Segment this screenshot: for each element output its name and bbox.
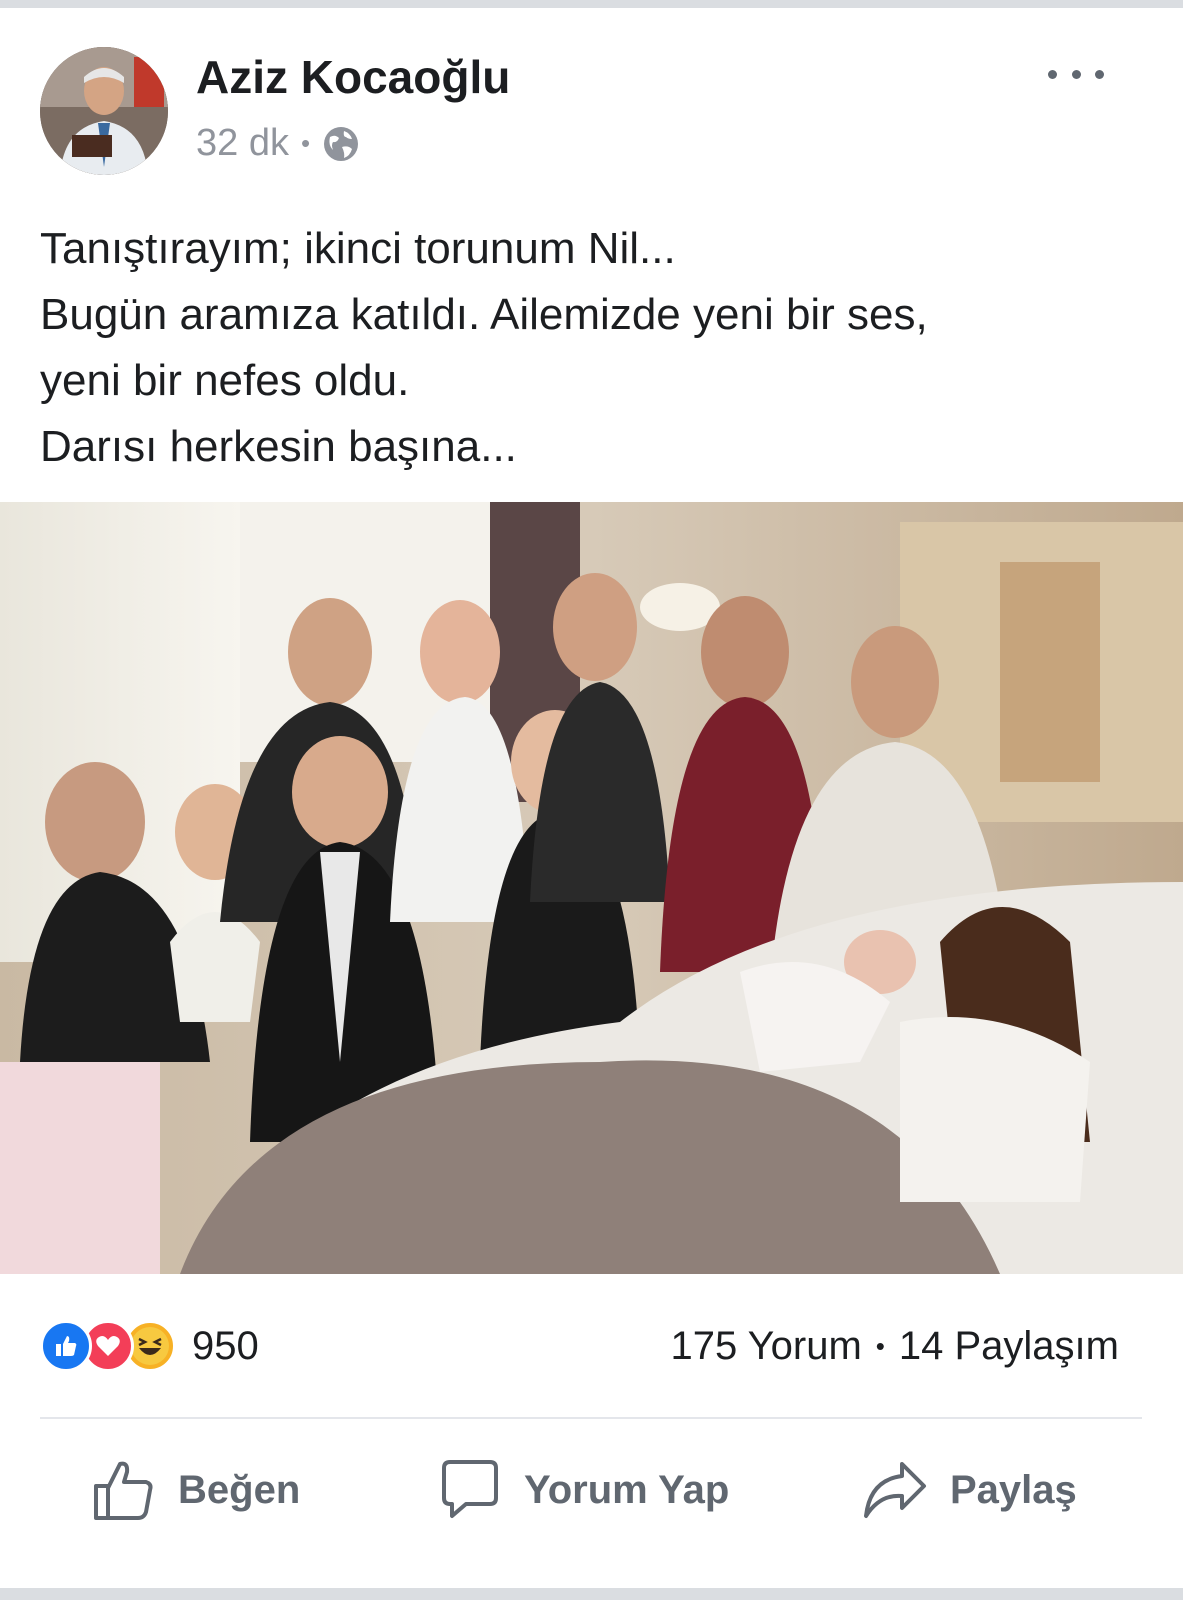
share-icon: [864, 1462, 926, 1518]
comment-button[interactable]: Yorum Yap: [438, 1448, 729, 1532]
author-avatar[interactable]: [40, 47, 168, 175]
stats-separator: •: [875, 1330, 885, 1361]
meta-separator: •: [300, 128, 311, 158]
author-name[interactable]: Aziz Kocaoğlu: [196, 50, 510, 104]
comment-label: Yorum Yap: [524, 1467, 730, 1512]
post-photo[interactable]: [0, 502, 1183, 1274]
thumbs-up-icon: [94, 1461, 153, 1520]
like-label: Beğen: [178, 1467, 301, 1512]
like-button[interactable]: Beğen: [92, 1448, 300, 1532]
post-text: Tanıştırayım; ikinci torunum Nil... Bugü…: [40, 216, 1150, 480]
share-label: Paylaş: [950, 1467, 1077, 1512]
top-separator: [0, 0, 1183, 8]
post-meta: 32 dk •: [196, 122, 360, 165]
bottom-separator: [0, 1588, 1183, 1600]
actions-divider: [40, 1417, 1142, 1419]
share-count[interactable]: 14 Paylaşım: [899, 1324, 1119, 1369]
post-text-line: Darısı herkesin başına...: [40, 422, 517, 471]
post-text-line: yeni bir nefes oldu.: [40, 356, 410, 405]
more-dot: [1071, 69, 1081, 79]
post-time[interactable]: 32 dk: [196, 122, 289, 165]
post-stats: 175 Yorum • 14 Paylaşım: [671, 1316, 1120, 1376]
reaction-count: 950: [192, 1323, 259, 1368]
like-icon: [40, 1320, 92, 1372]
globe-icon: [324, 126, 359, 161]
comment-icon: [442, 1460, 498, 1518]
share-button[interactable]: Paylaş: [862, 1448, 1077, 1532]
post-text-line: Bugün aramıza katıldı. Ailemizde yeni bi…: [40, 290, 928, 339]
more-dot: [1095, 69, 1104, 79]
action-bar: Beğen Yorum Yap Paylaş: [0, 1440, 1183, 1540]
reactions-summary[interactable]: 950: [40, 1316, 259, 1376]
more-options-icon[interactable]: [1048, 54, 1104, 94]
comment-count[interactable]: 175 Yorum: [671, 1324, 862, 1369]
more-dot: [1048, 69, 1057, 79]
post-text-line: Tanıştırayım; ikinci torunum Nil...: [40, 224, 676, 273]
